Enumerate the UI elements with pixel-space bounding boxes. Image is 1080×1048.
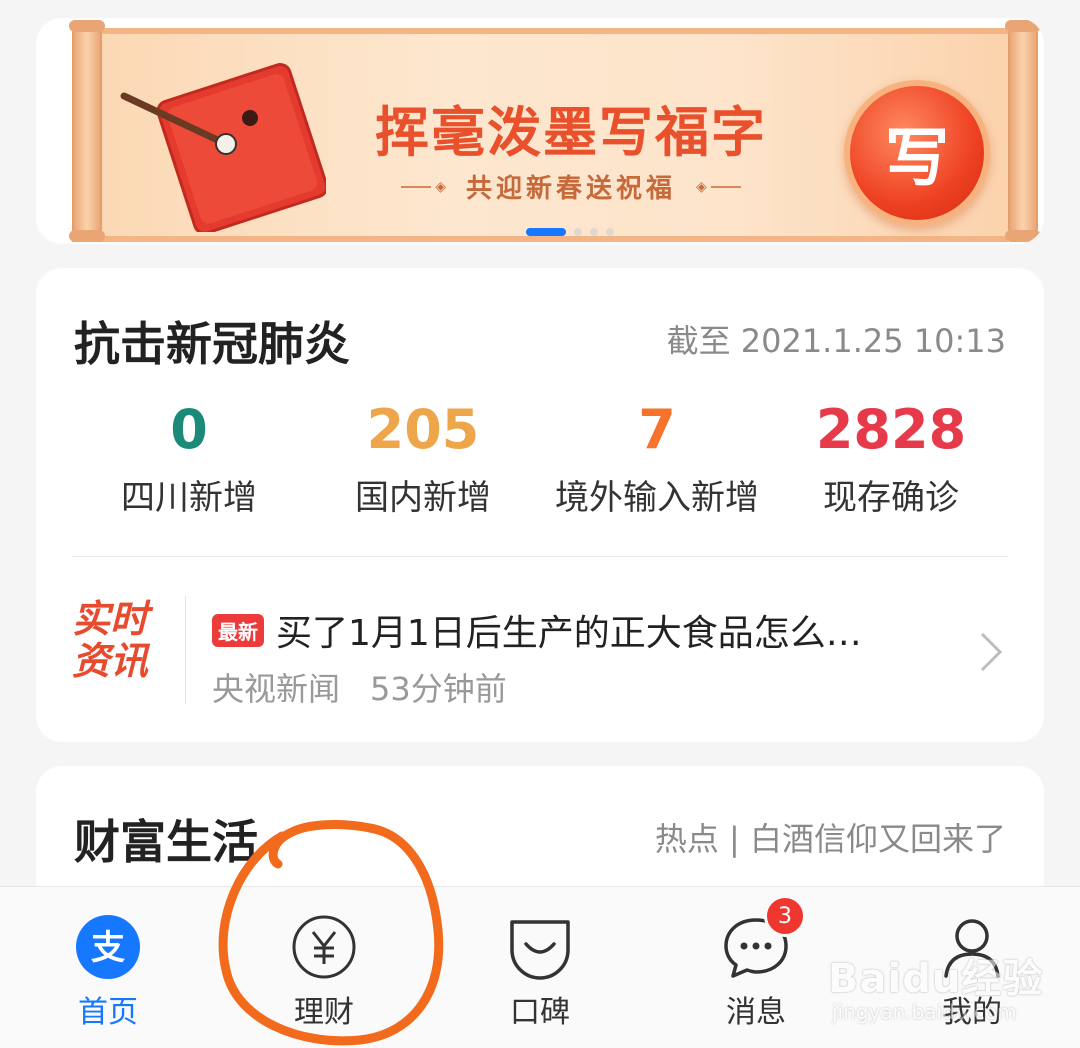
covid-timestamp: 截至 2021.1.25 10:13 <box>666 322 1006 360</box>
write-button-label: 写 <box>885 121 949 196</box>
chevron-right-icon[interactable] <box>978 630 1004 674</box>
stat-label: 四川新增 <box>121 478 257 518</box>
divider <box>72 556 1008 557</box>
covid-card-title: 抗击新冠肺炎 <box>74 317 350 371</box>
carousel-indicator <box>526 228 614 236</box>
tab-home[interactable]: 支 首页 <box>28 909 188 1031</box>
stat-value: 0 <box>170 398 208 461</box>
logo-line: 资讯 <box>72 638 149 683</box>
news-headline[interactable]: 买了1月1日后生产的正大食品怎么… <box>276 604 862 656</box>
tab-koubei[interactable]: 口碑 <box>460 909 620 1031</box>
watermark-brand: Baidu经验 <box>828 956 1044 1002</box>
stat-sichuan-new[interactable]: 0 四川新增 <box>72 398 306 519</box>
covid-stats: 0 四川新增 205 国内新增 7 境外输入新增 2828 现存确诊 <box>36 398 1044 519</box>
stat-value: 2828 <box>815 398 967 461</box>
vertical-divider <box>185 596 186 704</box>
red-paper-brush-icon <box>120 63 326 232</box>
news-time: 53分钟前 <box>370 670 507 708</box>
news-latest-badge: 最新 <box>212 613 264 647</box>
logo-line: 实时 <box>72 596 149 641</box>
smile-bag-icon <box>510 920 570 980</box>
tab-label: 首页 <box>78 995 138 1030</box>
alipay-logo-icon: 支 <box>76 915 140 979</box>
news-source: 央视新闻 <box>212 670 341 708</box>
covid-card[interactable]: 抗击新冠肺炎 截至 2021.1.25 10:13 0 四川新增 205 国内新… <box>36 268 1044 742</box>
write-fu-button[interactable]: 写 <box>844 80 990 226</box>
svg-text:支: 支 <box>91 928 125 968</box>
alipay-home-screen: 挥毫泼墨写福字 ◈ 共迎新春送祝福 ◈ 写 抗击新冠肺炎 截至 2021.1.2… <box>0 0 1080 1048</box>
scroll-rod-right <box>1005 20 1041 242</box>
news-meta: 央视新闻 53分钟前 <box>212 664 507 710</box>
ornament-left-icon: ◈ <box>401 179 446 195</box>
carousel-dot[interactable] <box>606 228 614 236</box>
carousel-dot[interactable] <box>526 228 566 236</box>
realtime-news-logo: 实时 资讯 <box>72 598 164 682</box>
stat-current-confirmed[interactable]: 2828 现存确诊 <box>774 398 1008 519</box>
tab-label: 理财 <box>294 995 354 1030</box>
tab-label: 消息 <box>726 995 786 1030</box>
wealth-card-title: 财富生活 <box>74 815 258 869</box>
banner-title: 挥毫泼墨写福字 <box>375 100 767 164</box>
stat-imported-new[interactable]: 7 境外输入新增 <box>540 398 774 519</box>
stat-value: 7 <box>638 398 676 461</box>
carousel-dot[interactable] <box>590 228 598 236</box>
stat-value: 205 <box>366 398 480 461</box>
banner-subtitle: 共迎新春送祝福 <box>465 174 676 204</box>
baidu-jingyan-watermark: Baidu经验 jingyan.baidu.com <box>828 934 1068 1034</box>
wealth-hot-topic[interactable]: 热点 | 白酒信仰又回来了 <box>655 814 1006 860</box>
stat-label: 现存确诊 <box>823 478 959 518</box>
tab-wealth[interactable]: 理财 <box>244 909 404 1031</box>
stat-label: 境外输入新增 <box>555 478 759 518</box>
yuan-coin-icon <box>292 915 356 979</box>
ornament-right-icon: ◈ <box>696 179 741 195</box>
scroll-rod-left <box>69 20 105 242</box>
carousel-dot[interactable] <box>574 228 582 236</box>
banner-subtitle-row: ◈ 共迎新春送祝福 ◈ <box>386 168 756 205</box>
news-item[interactable]: 最新 买了1月1日后生产的正大食品怎么… <box>212 604 862 656</box>
watermark-url: jingyan.baidu.com <box>832 1000 1017 1024</box>
stat-domestic-new[interactable]: 205 国内新增 <box>306 398 540 519</box>
stat-label: 国内新增 <box>355 478 491 518</box>
unread-count-badge: 3 <box>764 895 806 937</box>
tab-messages[interactable]: 3 消息 <box>676 895 836 1031</box>
tab-label: 口碑 <box>510 995 570 1030</box>
promo-banner[interactable]: 挥毫泼墨写福字 ◈ 共迎新春送祝福 ◈ 写 <box>36 18 1044 244</box>
